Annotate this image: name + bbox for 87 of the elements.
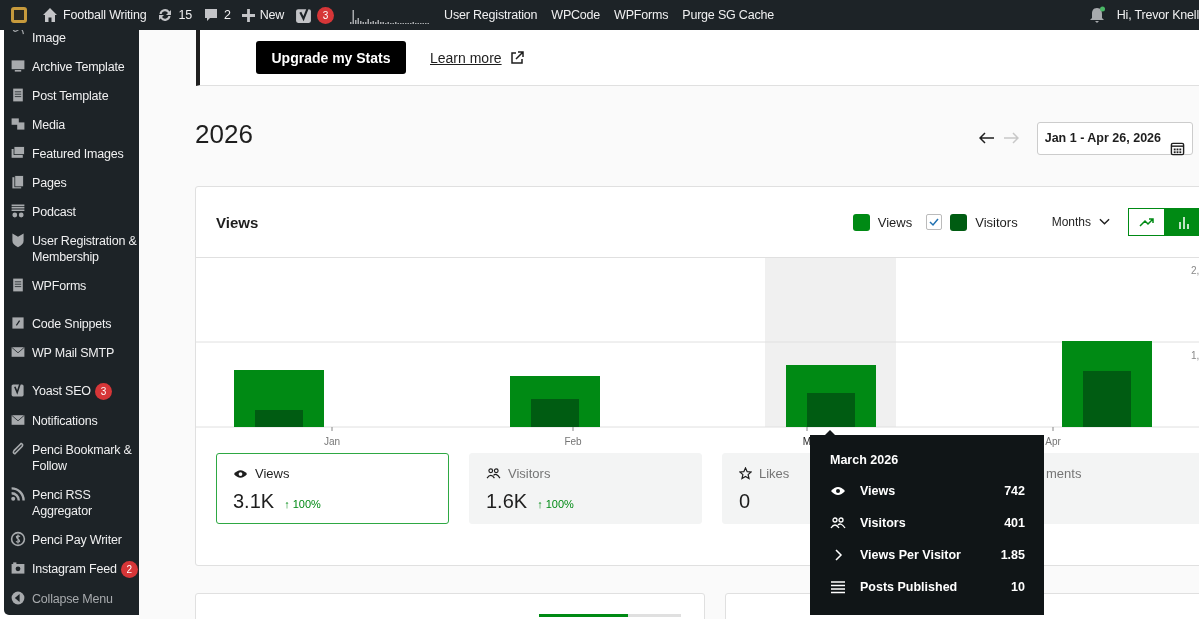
people-icon <box>486 468 501 479</box>
sidebar-item[interactable]: WP Mail SMTP <box>4 339 139 368</box>
camera-icon <box>10 560 26 576</box>
chevron-down-icon <box>1099 218 1110 226</box>
count-badge: 2 <box>120 561 138 578</box>
sidebar-item[interactable]: Instagram Feed 2 <box>4 555 139 585</box>
sidebar-item[interactable]: Featured Images <box>4 140 139 169</box>
sidebar-item[interactable]: User Registration & Membership <box>4 227 139 272</box>
site-logo-icon[interactable] <box>10 6 28 24</box>
eye-icon <box>233 468 248 479</box>
yoast-icon <box>10 382 26 398</box>
period-dropdown[interactable]: Months <box>1045 214 1116 230</box>
media-icon <box>10 116 26 132</box>
legend-checkbox[interactable] <box>926 214 943 230</box>
admin-bar-link[interactable]: WPForms <box>614 8 669 22</box>
month-label: Feb <box>564 436 582 447</box>
sidebar-item[interactable]: Penci Pay Writer <box>4 526 139 555</box>
account-greeting[interactable]: Hi, Trevor Knell <box>1116 8 1199 22</box>
previous-arrow-icon[interactable] <box>978 132 995 144</box>
envelope-icon <box>10 412 26 428</box>
month-label: M <box>802 436 812 447</box>
month-label: Apr <box>1045 436 1061 447</box>
form-icon <box>10 277 26 293</box>
collapse-icon <box>10 590 26 606</box>
sidebar-item[interactable]: Post Template <box>4 82 139 111</box>
legend-label: Views <box>877 214 913 230</box>
site-name-link[interactable]: Football Writing <box>63 8 147 22</box>
comment-icon[interactable] <box>202 7 219 23</box>
images-icon <box>10 145 26 161</box>
sidebar-item[interactable]: Penci RSS Aggregator <box>4 481 139 526</box>
month-label: Jan <box>323 436 341 447</box>
shield-icon <box>10 232 26 248</box>
podcast-icon <box>10 203 26 219</box>
star-icon <box>739 467 752 480</box>
monitor-icon <box>10 58 26 74</box>
count-badge: 3 <box>94 383 112 400</box>
paperclip-icon <box>10 441 26 457</box>
code-icon <box>10 315 26 331</box>
document-icon <box>10 87 26 103</box>
bar-chart-icon <box>1177 215 1190 229</box>
external-link-icon <box>509 50 524 65</box>
legend-label: Visitors <box>975 214 1018 230</box>
sidebar-item[interactable]: Collapse Menu <box>4 585 139 614</box>
page-title: 2026 <box>195 117 253 150</box>
sidebar-item[interactable]: Code Snippets <box>4 310 139 339</box>
axis-tick-label: 1, <box>1191 350 1199 361</box>
admin-bar-link[interactable]: Purge SG Cache <box>682 8 774 22</box>
stat-tab[interactable]: Views 3.1K ↑ 100% <box>216 453 449 524</box>
sidebar-item[interactable]: Media <box>4 111 139 140</box>
notification-badge: 3 <box>317 6 335 24</box>
bar-chart-toggle[interactable] <box>1165 208 1199 236</box>
sidebar-item[interactable]: Podcast <box>4 198 139 227</box>
admin-bar-link[interactable]: User Registration <box>444 8 538 22</box>
sidebar-item[interactable]: Archive Template <box>4 53 139 82</box>
pages-icon <box>10 174 26 190</box>
sidebar-item[interactable]: Notifications <box>4 407 139 436</box>
yoast-icon[interactable] <box>295 6 313 24</box>
admin-bar-link[interactable]: WPCode <box>551 8 601 22</box>
learn-more-link[interactable]: Learn more <box>430 49 502 66</box>
line-chart-toggle[interactable] <box>1128 208 1165 236</box>
eye-icon <box>830 484 846 498</box>
chart-title: Views <box>216 213 259 231</box>
sidebar-item[interactable]: Image <box>4 30 139 53</box>
sidebar-item[interactable]: Yoast SEO 3 <box>4 377 139 407</box>
plus-icon[interactable] <box>241 8 255 22</box>
new-link[interactable]: New <box>259 8 285 22</box>
rss-icon <box>10 486 26 502</box>
chart-tooltip: March 2026 Views 742 Visitors 401 Views Per Visitor 1.85 Posts Published 10 <box>810 435 1044 615</box>
people-icon <box>830 516 846 530</box>
stat-tab[interactable]: Visitors 1.6K ↑ 100% <box>469 453 702 524</box>
sidebar-item[interactable]: Pages <box>4 169 139 198</box>
updates-count[interactable]: 15 <box>178 8 192 22</box>
comments-count[interactable]: 2 <box>223 8 231 22</box>
sidebar-item[interactable]: Penci Bookmark & Follow <box>4 436 139 481</box>
list-icon <box>830 580 846 594</box>
upgrade-button[interactable]: Upgrade my Stats <box>256 41 406 74</box>
mail-icon <box>10 344 26 360</box>
calendar-icon <box>1170 140 1185 156</box>
dollar-icon <box>10 531 26 547</box>
refresh-icon[interactable] <box>157 7 174 23</box>
date-range-button[interactable]: Jan 1 - Apr 26, 2026 <box>1036 121 1193 155</box>
check-icon <box>928 216 941 228</box>
home-icon[interactable] <box>42 7 58 23</box>
sidebar-item[interactable]: WPForms <box>4 272 139 301</box>
tooltip-pointer-icon <box>825 430 835 435</box>
axis-tick-label: 2, <box>1191 265 1199 276</box>
trend-line-icon <box>1138 217 1155 227</box>
